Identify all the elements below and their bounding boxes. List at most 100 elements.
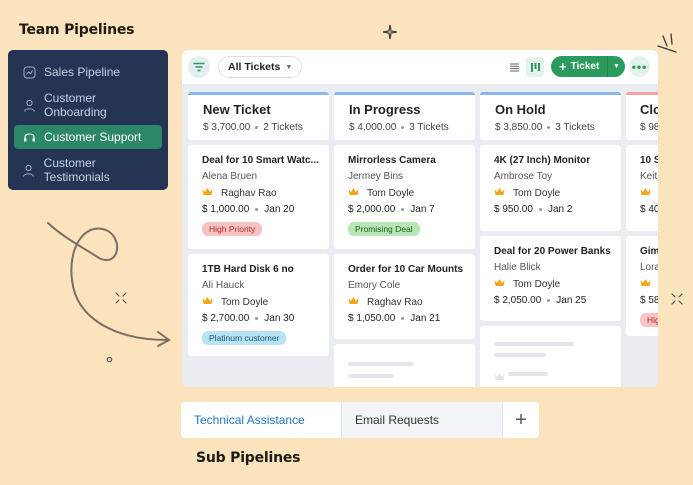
filter-button[interactable] [188,56,210,78]
crown-icon [494,187,505,199]
ticket-title: Deal for 20 Power Banks [494,246,611,257]
curly-arrow-icon [47,222,171,347]
ticket-contact: Jermey Bins [348,171,404,182]
team-pipelines-title: Team Pipelines [19,22,135,38]
tag-platinum-customer: Platinum customer [202,331,287,345]
column-new-ticket: New Ticket $ 3,700.00 2 Tickets Deal for … [188,92,329,356]
ticket-title: 1TB Hard Disk 6 no [202,264,294,275]
ticket-amount-date: $ 2,050.00 Jan 25 [494,295,587,306]
more-dots-icon: ••• [631,59,648,74]
column-header: In Progress $ 4,000.00 3 Tickets [334,92,475,140]
column-amount: $ 98 [640,122,658,133]
ticket-owner: Raghav Rao [348,296,475,308]
crown-icon [202,296,213,308]
ticket-card[interactable]: Deal for 20 Power Banks Halie Blick Tom … [480,236,621,321]
sparkle-icon [671,293,683,305]
column-summary: $ 98 [640,122,658,133]
user-icon [22,163,36,177]
column-count: 2 Tickets [263,122,303,133]
all-tickets-dropdown[interactable]: All Tickets ▼ [218,56,303,78]
column-title: New Ticket [203,102,271,117]
tab-email-requests[interactable]: Email Requests [341,402,502,438]
view-switcher [505,57,544,77]
ticket-title: Gim [640,246,658,257]
crown-icon [640,187,651,199]
ticket-card[interactable]: Deal for 10 Smart Watc... Alena Bruen Ra… [188,145,329,249]
ticket-contact: Keit [640,171,658,182]
placeholder-card [334,344,475,387]
column-title: In Progress [349,102,421,117]
column-closed: Clo $ 98 10 S Keit $ 40 Gim Lora $ 58 Hi… [626,92,658,336]
ticket-amount: $ 58 [640,295,658,306]
filter-icon [193,62,205,72]
pipeline-board: All Tickets ▼ + Ticket ▼ ••• New Ticket … [182,50,658,387]
kanban-view-icon [530,62,540,72]
add-ticket-button[interactable]: + Ticket ▼ [551,56,625,77]
chevron-down-icon[interactable]: ▼ [607,56,625,77]
ticket-amount: $ 40 [640,204,658,215]
chart-icon [22,65,36,79]
headset-icon [22,130,36,144]
ticket-amount-date: $ 2,000.00 Jan 7 [348,204,435,215]
ticket-title: 10 S [640,155,658,166]
plus-icon: + [515,408,527,431]
column-amount: $ 3,850.00 [495,122,543,133]
more-options-button[interactable]: ••• [629,56,650,77]
crown-icon [202,187,213,199]
ticket-title: 4K (27 Inch) Monitor [494,155,591,166]
ticket-amount-date: $ 2,700.00 Jan 30 [202,313,295,324]
ticket-contact: Lora [640,262,658,273]
ticket-owner: Tom Doyle [202,296,329,308]
ticket-title: Order for 10 Car Mounts [348,264,464,275]
ticket-owner: Tom Doyle [348,187,475,199]
sparkle-icon [382,24,398,40]
add-ticket-label: Ticket [570,61,600,72]
small-circle-icon [106,356,113,363]
column-summary: $ 3,850.00 3 Tickets [495,122,621,133]
sidebar-item-customer-testimonials[interactable]: Customer Testimonials [14,154,162,186]
sidebar-item-customer-onboarding[interactable]: Customer Onboarding [14,89,162,121]
ticket-card[interactable]: Mirrorless Camera Jermey Bins Tom Doyle … [334,145,475,249]
kanban-view-button[interactable] [526,57,544,77]
sidebar-item-sales-pipeline[interactable]: Sales Pipeline [14,56,162,88]
ticket-amount-date: $ 1,050.00 Jan 21 [348,313,441,324]
ticket-contact: Ambrose Toy [494,171,553,182]
column-count: 3 Tickets [555,122,595,133]
column-summary: $ 4,000.00 3 Tickets [349,122,475,133]
sidebar-item-customer-support[interactable]: Customer Support [14,125,162,149]
column-amount: $ 3,700.00 [203,122,251,133]
ticket-card[interactable]: 10 S Keit $ 40 [626,145,658,231]
column-amount: $ 4,000.00 [349,122,397,133]
ticket-card[interactable]: Gim Lora $ 58 Hig [626,236,658,336]
crown-icon [348,187,359,199]
tag-high-priority: High Priority [202,222,263,236]
ticket-amount-date: $ 950.00 Jan 2 [494,204,573,215]
team-pipelines-sidebar: Sales Pipeline Customer Onboarding Custo… [8,50,168,190]
add-sub-pipeline-button[interactable]: + [502,402,539,438]
board-toolbar: All Tickets ▼ + Ticket ▼ ••• [182,50,658,84]
column-summary: $ 3,700.00 2 Tickets [203,122,329,133]
ticket-contact: Ali Hauck [202,280,245,291]
sidebar-item-label: Customer Support [44,130,142,144]
column-on-hold: On Hold $ 3,850.00 3 Tickets 4K (27 Inch)… [480,92,621,387]
ticket-owner: Raghav Rao [202,187,329,199]
tab-technical-assistance[interactable]: Technical Assistance [181,402,341,438]
ticket-owner [640,278,658,290]
spark-lines-icon [657,33,677,53]
list-view-button[interactable] [505,57,523,77]
all-tickets-label: All Tickets [228,61,281,73]
ticket-title: Mirrorless Camera [348,155,436,166]
ticket-card[interactable]: 1TB Hard Disk 6 no Ali Hauck Tom Doyle $… [188,254,329,356]
sub-pipelines-title: Sub Pipelines [196,450,301,466]
sidebar-item-label: Customer Onboarding [44,91,107,119]
list-view-icon [509,63,519,71]
ticket-card[interactable]: 4K (27 Inch) Monitor Ambrose Toy Tom Doy… [480,145,621,231]
ticket-card[interactable]: Order for 10 Car Mounts Emory Cole Ragha… [334,254,475,339]
ticket-title: Deal for 10 Smart Watc... [202,155,319,166]
column-title: On Hold [495,102,546,117]
tag-high-priority: Hig [640,313,658,327]
ticket-amount-date: $ 1,000.00 Jan 20 [202,204,295,215]
ticket-owner [640,187,658,199]
crown-icon [494,368,505,386]
ticket-contact: Halie Blick [494,262,541,273]
